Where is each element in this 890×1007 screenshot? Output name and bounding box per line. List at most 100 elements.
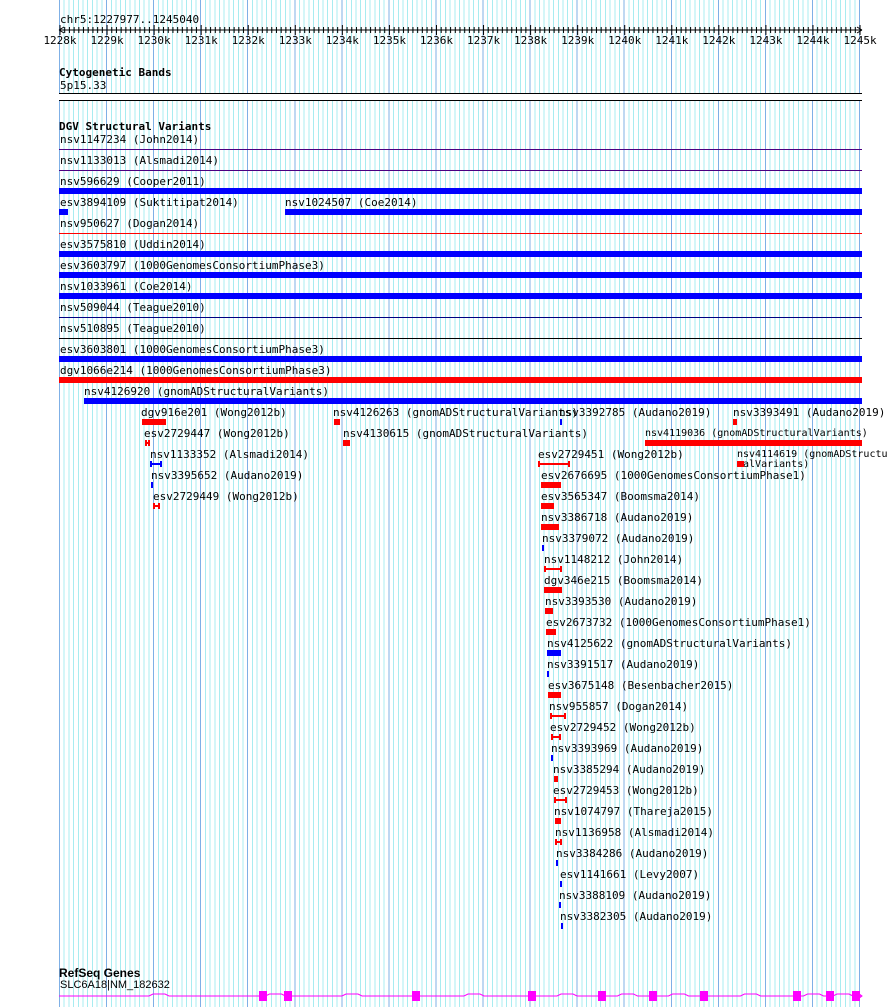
variant-feature[interactable] — [59, 377, 862, 383]
variant-feature[interactable] — [59, 251, 862, 257]
feature-label[interactable]: nsv3385294 (Audano2019) — [553, 764, 705, 776]
feature-label[interactable]: nsv3393491 (Audano2019) — [733, 407, 885, 419]
variant-feature[interactable] — [151, 482, 153, 488]
feature-label[interactable]: nsv1024507 (Coe2014) — [285, 197, 417, 209]
variant-feature[interactable] — [560, 419, 562, 425]
feature-label[interactable]: esv3603801 (1000GenomesConsortiumPhase3) — [60, 344, 325, 356]
feature-label[interactable]: nsv596629 (Cooper2011) — [60, 176, 206, 188]
variant-feature[interactable] — [544, 566, 562, 572]
feature-label[interactable]: esv2729449 (Wong2012b) — [153, 491, 299, 503]
feature-label[interactable]: nsv4126920 (gnomADStructuralVariants) — [84, 386, 329, 398]
variant-feature[interactable] — [545, 608, 553, 614]
variant-feature[interactable] — [561, 923, 563, 929]
variant-feature[interactable] — [554, 776, 558, 782]
feature-label[interactable]: esv3565347 (Boomsma2014) — [541, 491, 700, 503]
feature-label[interactable]: esv3675148 (Besenbacher2015) — [548, 680, 733, 692]
variant-feature[interactable] — [547, 671, 549, 677]
gene-model-slc6a18[interactable] — [0, 988, 890, 1004]
variant-feature[interactable] — [547, 650, 561, 656]
feature-label[interactable]: nsv4125622 (gnomADStructuralVariants) — [547, 638, 792, 650]
feature-label[interactable]: nsv3388109 (Audano2019) — [559, 890, 711, 902]
variant-feature[interactable] — [546, 629, 556, 635]
variant-feature[interactable] — [544, 587, 562, 593]
feature-label[interactable]: nsv950627 (Dogan2014) — [60, 218, 199, 230]
refseq-track-title[interactable]: RefSeq Genes — [59, 967, 140, 979]
variant-feature[interactable] — [334, 419, 340, 425]
variant-feature[interactable] — [153, 503, 160, 509]
variant-feature[interactable] — [560, 881, 562, 887]
feature-label[interactable]: nsv3395652 (Audano2019) — [151, 470, 303, 482]
feature-label[interactable]: nsv3393530 (Audano2019) — [545, 596, 697, 608]
variant-feature[interactable] — [559, 902, 561, 908]
feature-label[interactable]: esv2676695 (1000GenomesConsortiumPhase1) — [541, 470, 806, 482]
variant-feature[interactable] — [541, 482, 561, 488]
feature-label[interactable]: nsv509044 (Teague2010) — [60, 302, 206, 314]
feature-label[interactable]: nsv1147234 (John2014) — [60, 134, 199, 146]
feature-label[interactable]: nsv1074797 (Thareja2015) — [554, 806, 713, 818]
feature-label[interactable]: esv2729447 (Wong2012b) — [144, 428, 290, 440]
variant-feature[interactable] — [59, 149, 862, 150]
variant-feature[interactable] — [541, 503, 554, 509]
feature-label[interactable]: nsv510895 (Teague2010) — [60, 323, 206, 335]
variant-feature[interactable] — [59, 338, 862, 339]
feature-label[interactable]: nsv4119036 (gnomADStructuralVariants) — [645, 429, 888, 439]
variant-feature[interactable] — [343, 440, 350, 446]
variant-feature[interactable] — [59, 188, 862, 194]
variant-feature[interactable] — [554, 797, 567, 803]
feature-label[interactable]: nsv4126263 (gnomADStructuralVariants) — [333, 407, 578, 419]
feature-label[interactable]: nsv1148212 (John2014) — [544, 554, 683, 566]
feature-label[interactable]: nsv4130615 (gnomADStructuralVariants) — [343, 428, 588, 440]
feature-label[interactable]: nsv1136958 (Alsmadi2014) — [555, 827, 714, 839]
variant-feature[interactable] — [59, 209, 68, 215]
feature-label[interactable]: nsv3384286 (Audano2019) — [556, 848, 708, 860]
variant-feature[interactable] — [59, 233, 862, 234]
feature-label[interactable]: nsv955857 (Dogan2014) — [549, 701, 688, 713]
variant-feature[interactable] — [59, 170, 862, 171]
variant-feature[interactable] — [733, 419, 737, 425]
feature-label[interactable]: nsv1033961 (Coe2014) — [60, 281, 192, 293]
variant-feature[interactable] — [737, 461, 744, 467]
feature-label[interactable]: esv1141661 (Levy2007) — [560, 869, 699, 881]
feature-label[interactable]: esv3575810 (Uddin2014) — [60, 239, 206, 251]
variant-feature[interactable] — [59, 356, 862, 362]
feature-label[interactable]: nsv4114619 (gnomADStructuralVariants) — [737, 450, 888, 470]
variant-feature[interactable] — [550, 713, 566, 719]
variant-feature[interactable] — [548, 692, 561, 698]
feature-label[interactable]: dgv346e215 (Boomsma2014) — [544, 575, 703, 587]
variant-feature[interactable] — [538, 461, 570, 467]
variant-feature[interactable] — [555, 818, 561, 824]
variant-feature[interactable] — [541, 524, 559, 530]
variant-feature[interactable] — [84, 398, 862, 404]
feature-label[interactable]: nsv3392785 (Audano2019) — [559, 407, 711, 419]
feature-label[interactable]: esv2729451 (Wong2012b) — [538, 449, 684, 461]
feature-label[interactable]: nsv3382305 (Audano2019) — [560, 911, 712, 923]
variant-feature[interactable] — [59, 272, 862, 278]
feature-label[interactable]: esv3894109 (Suktitipat2014) — [60, 197, 239, 209]
feature-label[interactable]: dgv916e201 (Wong2012b) — [141, 407, 287, 419]
dgv-track-title[interactable]: DGV Structural Variants — [59, 121, 211, 133]
variant-feature[interactable] — [542, 545, 544, 551]
variant-feature[interactable] — [555, 839, 562, 845]
feature-label[interactable]: nsv3386718 (Audano2019) — [541, 512, 693, 524]
feature-label[interactable]: nsv3393969 (Audano2019) — [551, 743, 703, 755]
feature-label[interactable]: nsv1133352 (Alsmadi2014) — [150, 449, 309, 461]
feature-label[interactable]: esv2729453 (Wong2012b) — [553, 785, 699, 797]
variant-feature[interactable] — [145, 440, 150, 446]
variant-feature[interactable] — [59, 317, 862, 318]
feature-label[interactable]: esv3603797 (1000GenomesConsortiumPhase3) — [60, 260, 325, 272]
cytobands-track-title[interactable]: Cytogenetic Bands — [59, 67, 172, 79]
feature-label[interactable]: nsv1133013 (Alsmadi2014) — [60, 155, 219, 167]
variant-feature[interactable] — [551, 734, 561, 740]
variant-feature[interactable] — [551, 755, 553, 761]
variant-feature[interactable] — [645, 440, 862, 446]
variant-feature[interactable] — [556, 860, 558, 866]
feature-label[interactable]: nsv3391517 (Audano2019) — [547, 659, 699, 671]
variant-feature[interactable] — [59, 293, 862, 299]
cytoband-5p15-33[interactable] — [59, 93, 862, 101]
feature-label[interactable]: esv2729452 (Wong2012b) — [550, 722, 696, 734]
feature-label[interactable]: esv2673732 (1000GenomesConsortiumPhase1) — [546, 617, 811, 629]
feature-label[interactable]: nsv3379072 (Audano2019) — [542, 533, 694, 545]
variant-feature[interactable] — [142, 419, 166, 425]
feature-label[interactable]: dgv1066e214 (1000GenomesConsortiumPhase3… — [60, 365, 332, 377]
variant-feature[interactable] — [285, 209, 862, 215]
